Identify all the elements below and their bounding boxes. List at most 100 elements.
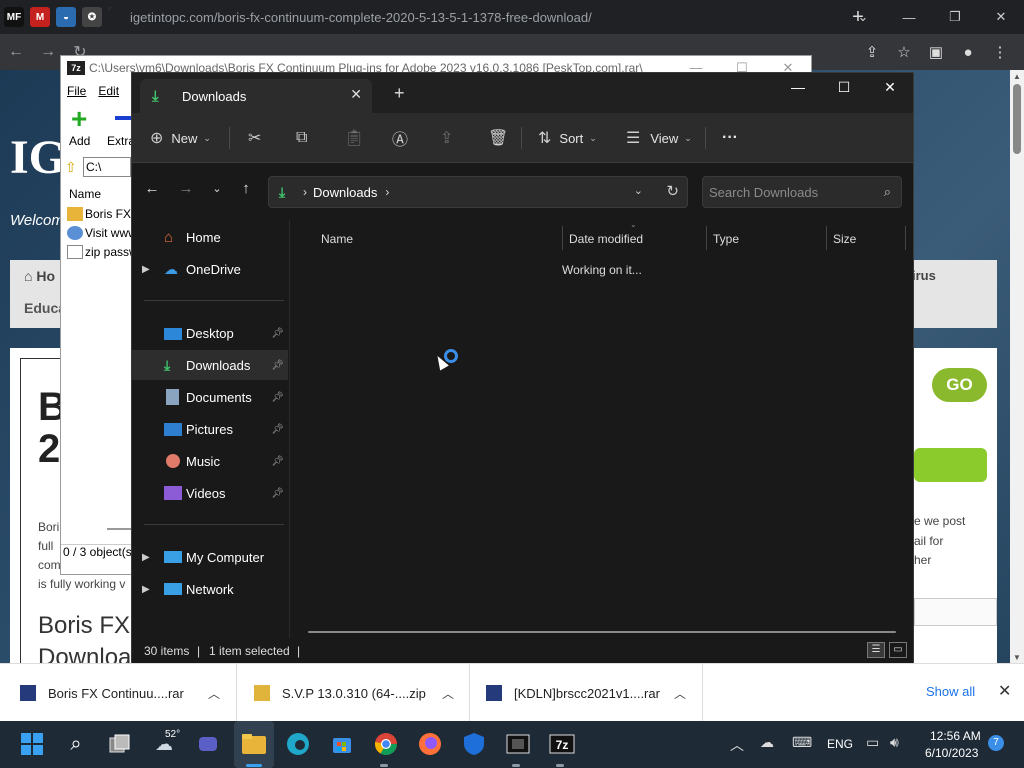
bookmark-star-icon[interactable]: ☆	[888, 43, 920, 61]
close-icon[interactable]: ✕	[998, 681, 1011, 701]
column-divider[interactable]	[905, 226, 906, 250]
sidebar-item-my-computer[interactable]: ▶ My Computer	[132, 542, 288, 572]
show-hidden-icons-chevron-icon[interactable]: ︿	[730, 735, 744, 755]
horizontal-scrollbar[interactable]	[107, 528, 133, 530]
chevron-right-icon[interactable]: ▶	[142, 552, 150, 563]
view-button[interactable]: ☰ View ⌄	[626, 113, 692, 163]
explorer-tab-bar[interactable]: ⤓ Downloads ✕ + — ☐ ✕	[132, 73, 913, 113]
email-field[interactable]	[914, 598, 997, 626]
refresh-icon[interactable]: ↻	[666, 182, 679, 200]
chevron-down-icon[interactable]: ⌄	[634, 184, 643, 197]
tab-favicon-icon[interactable]: MF	[4, 7, 24, 27]
tab-close-icon[interactable]: ✕	[350, 86, 362, 103]
restore-icon[interactable]: ❐	[932, 9, 978, 25]
task-view-icon[interactable]	[106, 730, 134, 758]
tab-downloads[interactable]: ⤓ Downloads ✕	[140, 79, 372, 113]
pin-icon[interactable]: 📌︎	[271, 488, 284, 499]
volume-icon[interactable]: 🔊︎	[890, 734, 899, 751]
pin-icon[interactable]: 📌︎	[271, 424, 284, 435]
share-button[interactable]: ⇪	[440, 113, 453, 163]
forward-arrow-icon[interactable]: →	[174, 180, 198, 197]
page-scrollbar[interactable]: ▲ ▼	[1010, 70, 1024, 664]
sidebar-item-home[interactable]: ⌂ Home	[132, 222, 288, 252]
folder-up-icon[interactable]: ⇧	[65, 159, 83, 176]
close-icon[interactable]: ✕	[867, 73, 913, 103]
sidebar-item-music[interactable]: Music 📌︎	[132, 446, 288, 476]
file-explorer-taskbar-icon[interactable]	[240, 730, 268, 758]
store-icon[interactable]	[328, 730, 356, 758]
cut-button[interactable]: ✂	[248, 113, 261, 163]
list-item[interactable]: Visit www	[67, 226, 133, 240]
menu-file[interactable]: File	[67, 84, 86, 98]
new-button[interactable]: ⊕ New ⌄	[150, 113, 211, 163]
large-icons-view-icon[interactable]: ▭	[889, 642, 907, 658]
download-item[interactable]: Boris FX Continuu....rar ︿	[20, 664, 220, 722]
onedrive-offline-icon[interactable]: ☁	[760, 734, 774, 751]
pin-icon[interactable]: 📌︎	[271, 360, 284, 371]
nav-home-link[interactable]: ⌂ Ho	[24, 268, 55, 284]
monitor-icon[interactable]: ▭	[866, 734, 879, 751]
download-banner-button[interactable]	[914, 448, 987, 482]
add-button[interactable]: Add	[69, 134, 90, 148]
chevron-right-icon[interactable]: ›	[385, 185, 389, 199]
column-divider[interactable]	[706, 226, 707, 250]
share-icon[interactable]: ⇪	[856, 43, 888, 61]
url-bar[interactable]: igetintopc.com/boris-fx-continuum-comple…	[106, 5, 838, 31]
meet-icon[interactable]	[194, 730, 222, 758]
video-editor-icon[interactable]	[504, 730, 532, 758]
sidebar-item-onedrive[interactable]: ▶ ☁ OneDrive	[132, 254, 288, 284]
defender-shield-icon[interactable]	[460, 730, 488, 758]
recent-locations-chevron-icon[interactable]: ⌄	[205, 182, 229, 195]
chevron-up-icon[interactable]: ︿	[208, 685, 220, 702]
list-item[interactable]: Boris FX	[67, 207, 133, 221]
column-header-date-modified[interactable]: Date modified	[569, 226, 643, 252]
maximize-icon[interactable]: ☐	[821, 73, 867, 103]
sidebar-item-network[interactable]: ▶ Network	[132, 574, 288, 604]
see-more-button[interactable]: ···	[722, 113, 738, 163]
column-divider[interactable]	[826, 226, 827, 250]
close-icon[interactable]: ✕	[978, 9, 1024, 25]
clock-date[interactable]: 6/10/2023	[925, 746, 978, 760]
menu-edit[interactable]: Edit	[98, 84, 119, 98]
edge-icon[interactable]	[284, 730, 312, 758]
new-tab-icon[interactable]: +	[394, 83, 405, 104]
tab-favicon-icon[interactable]: ◒	[56, 7, 76, 27]
nav-antivirus-link[interactable]: irus	[912, 268, 936, 283]
tab-search-icon[interactable]: ⌄	[840, 9, 886, 25]
sidebar-item-pictures[interactable]: Pictures 📌︎	[132, 414, 288, 444]
search-icon[interactable]: ⌕	[62, 730, 90, 758]
scroll-up-icon[interactable]: ▲	[1010, 72, 1024, 81]
download-item[interactable]: [KDLN]brscc2021v1....rar ︿	[486, 664, 686, 722]
notification-badge[interactable]: 7	[988, 735, 1004, 751]
column-divider[interactable]	[562, 226, 563, 250]
minimize-icon[interactable]: —	[886, 10, 932, 25]
sidebar-item-documents[interactable]: Documents 📌︎	[132, 382, 288, 412]
scroll-down-icon[interactable]: ▼	[1010, 653, 1024, 662]
back-arrow-icon[interactable]: ←	[140, 180, 164, 197]
pin-icon[interactable]: 📌︎	[271, 328, 284, 339]
profile-icon[interactable]: ●	[952, 44, 984, 61]
sidebar-item-downloads[interactable]: ⤓ Downloads 📌︎	[132, 350, 288, 380]
breadcrumb-downloads[interactable]: Downloads	[313, 185, 377, 200]
chevron-right-icon[interactable]: ▶	[142, 584, 150, 595]
search-go-button[interactable]: GO	[932, 368, 987, 402]
delete-button[interactable]: 🗑︎	[488, 113, 508, 163]
7zip-path-input[interactable]: C:\	[83, 157, 131, 177]
site-logo[interactable]: IG	[10, 130, 66, 185]
tab-favicon-icon[interactable]: ✪	[82, 7, 102, 27]
details-view-icon[interactable]: ☰	[867, 642, 885, 658]
sidebar-item-videos[interactable]: Videos 📌︎	[132, 478, 288, 508]
chrome-icon[interactable]	[372, 730, 400, 758]
add-icon[interactable]: +	[71, 105, 87, 133]
menu-kebab-icon[interactable]: ⋮	[984, 43, 1016, 61]
chevron-up-icon[interactable]: ︿	[674, 685, 686, 702]
copy-button[interactable]: ⧉	[296, 113, 307, 163]
back-icon[interactable]: ←	[0, 43, 32, 61]
firefox-icon[interactable]	[416, 730, 444, 758]
rename-button[interactable]: Ⓐ	[392, 113, 408, 163]
side-panel-icon[interactable]: ▣	[920, 43, 952, 61]
chevron-right-icon[interactable]: ▶	[142, 264, 150, 275]
input-language[interactable]: ENG	[827, 737, 853, 751]
7zip-taskbar-icon[interactable]: 7z	[548, 730, 576, 758]
show-all-button[interactable]: Show all	[926, 684, 975, 699]
